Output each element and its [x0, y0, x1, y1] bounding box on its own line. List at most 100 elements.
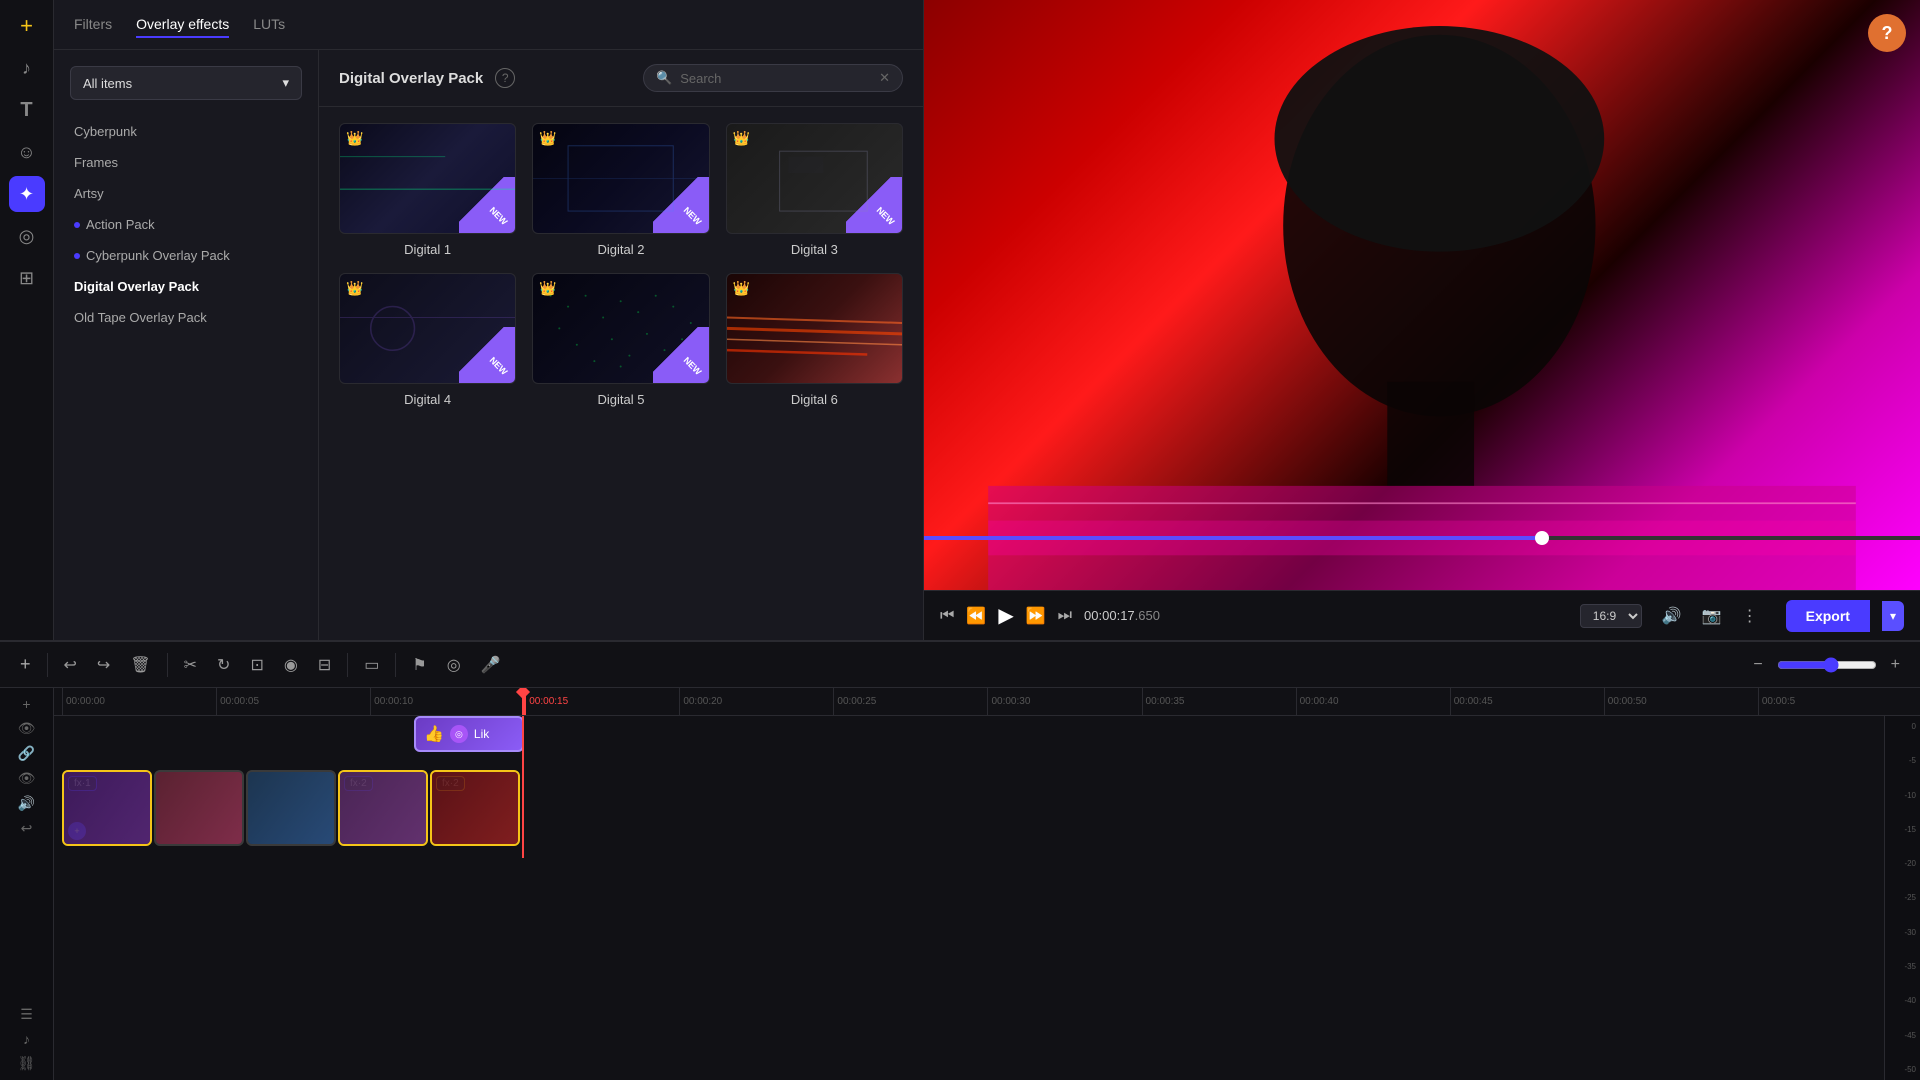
step-back-icon[interactable]: ⏪	[966, 606, 986, 626]
snapshot-icon[interactable]: 📷	[1702, 606, 1722, 626]
add-track-button[interactable]: +	[12, 649, 39, 680]
all-items-dropdown[interactable]: All items ▾	[70, 66, 302, 100]
zoom-in-button[interactable]: +	[1883, 651, 1908, 679]
ruler-marks: 00:00:00 00:00:05 00:00:10 00:00:15 00:0…	[62, 688, 1912, 716]
timeline-audio-icon[interactable]: 🔊	[18, 795, 35, 812]
music-icon[interactable]: ♪	[9, 50, 45, 86]
adjust-button[interactable]: ⊟	[310, 650, 339, 680]
items-grid-area: Digital Overlay Pack ? 🔍 ✕ 👑 NEW	[319, 50, 923, 640]
timeline-add-icon[interactable]: +	[22, 696, 30, 712]
separator	[47, 653, 48, 677]
timeline-link-icon[interactable]: 🔗	[18, 745, 35, 762]
text-icon[interactable]: T	[9, 92, 45, 128]
timeline-eye-icon[interactable]: 👁	[18, 720, 36, 737]
delete-button[interactable]: 🗑	[122, 650, 158, 680]
effect-name-digital6: Digital 6	[791, 392, 838, 407]
ruler-mark: 00:00:05	[216, 688, 370, 716]
effect-card-digital4[interactable]: 👑 NEW Digital 4	[339, 273, 516, 407]
redo-button[interactable]: ↪	[89, 650, 118, 680]
effects-icon[interactable]: ✦	[9, 176, 45, 212]
help-icon[interactable]: ?	[495, 68, 515, 88]
export-button[interactable]: Export	[1786, 600, 1870, 632]
sticker-icon[interactable]: ☺	[9, 134, 45, 170]
vu-label: -30	[1889, 928, 1916, 937]
media-button[interactable]: ▭	[356, 650, 387, 680]
tracks-area: 👍 ◎ Lik fx·1 +	[54, 716, 1884, 858]
video-clip-4[interactable]: fx·2	[338, 770, 428, 846]
overlay-clip[interactable]: 👍 ◎ Lik	[414, 716, 524, 752]
items-grid: 👑 NEW Digital 1 👑	[319, 107, 923, 640]
timeline-list-icon[interactable]: ☰	[20, 1006, 33, 1023]
video-clip-2[interactable]	[154, 770, 244, 846]
category-cyberpunk[interactable]: Cyberpunk	[54, 116, 318, 147]
tab-filters[interactable]: Filters	[74, 12, 112, 38]
zoom-out-button[interactable]: −	[1745, 651, 1770, 679]
timeline-eye2-icon[interactable]: 👁	[18, 770, 36, 787]
search-input[interactable]	[680, 71, 871, 86]
tab-overlay-effects[interactable]: Overlay effects	[136, 12, 229, 38]
separator	[167, 653, 168, 677]
progress-bar[interactable]	[924, 536, 1920, 540]
zoom-controls: − +	[1745, 651, 1908, 679]
export-chevron-button[interactable]: ▾	[1882, 601, 1904, 631]
effect-card-digital3[interactable]: 👑 NEW Digital 3	[726, 123, 903, 257]
tab-luts[interactable]: LUTs	[253, 12, 285, 38]
color-button[interactable]: ◉	[276, 650, 306, 680]
effect-card-digital2[interactable]: 👑 NEW Digital 2	[532, 123, 709, 257]
ruler-mark: 00:00:50	[1604, 688, 1758, 716]
vu-label: -25	[1889, 893, 1916, 902]
crop-button[interactable]: ⊡	[242, 650, 271, 680]
video-clip-3[interactable]	[246, 770, 336, 846]
undo-button[interactable]: ↩	[56, 650, 85, 680]
effects-panel: Filters Overlay effects LUTs All items ▾…	[54, 0, 924, 640]
video-frame: ?	[924, 0, 1920, 590]
video-clip-5[interactable]: fx·2	[430, 770, 520, 846]
cut-button[interactable]: ✂	[176, 650, 205, 680]
ruler-mark: 00:00:40	[1296, 688, 1450, 716]
timeline-chain-icon[interactable]: ⛓	[18, 1055, 36, 1072]
bottom-area: + ↩ ↪ 🗑 ✂ ↻ ⊡ ◉ ⊟ ▭ ⚑ ◎ 🎤 − + + 👁 🔗 👁 🔊 …	[0, 640, 1920, 1080]
more-options-icon[interactable]: ⋮	[1742, 606, 1758, 626]
aspect-ratio-select[interactable]: 16:9 9:16 1:1 4:3	[1580, 604, 1642, 628]
all-items-label: All items	[83, 76, 132, 91]
skip-start-icon[interactable]: ⏮	[940, 607, 954, 625]
skip-end-icon[interactable]: ⏭	[1058, 607, 1072, 625]
play-icon[interactable]: ▶	[998, 603, 1013, 628]
category-cyberpunk-overlay[interactable]: Cyberpunk Overlay Pack	[54, 240, 318, 271]
mic-button[interactable]: 🎤	[473, 650, 509, 680]
vu-label: 0	[1889, 722, 1916, 731]
apps-icon[interactable]: ⊞	[9, 260, 45, 296]
rotate-button[interactable]: ↻	[209, 650, 238, 680]
flag-button[interactable]: ⚑	[404, 650, 434, 680]
effect-thumbnail-digital5: 👑 NEW	[532, 273, 709, 384]
category-frames[interactable]: Frames	[54, 147, 318, 178]
ruler-mark: 00:00:30	[987, 688, 1141, 716]
step-forward-icon[interactable]: ⏩	[1026, 606, 1046, 626]
help-button[interactable]: ?	[1868, 14, 1906, 52]
tab-bar: Filters Overlay effects LUTs	[54, 0, 923, 50]
effect-card-digital6[interactable]: 👑 Digital 6	[726, 273, 903, 407]
grid-header: Digital Overlay Pack ? 🔍 ✕	[319, 50, 923, 107]
separator	[395, 653, 396, 677]
category-action-pack[interactable]: Action Pack	[54, 209, 318, 240]
motion-button[interactable]: ◎	[439, 650, 469, 680]
timeline-music-icon[interactable]: ♪	[23, 1031, 30, 1047]
effect-card-digital5[interactable]: 👑 NEW	[532, 273, 709, 407]
main-video-track: fx·1 +	[62, 770, 1876, 850]
video-controls-bar: ⏮ ⏪ ▶ ⏩ ⏭ 00:00:17.650 16:9 9:16 1:1 4:3…	[924, 590, 1920, 640]
volume-icon[interactable]: 🔊	[1662, 606, 1682, 626]
video-preview: ? ⏮ ⏪ ▶ ⏩ ⏭ 00:00:17.650 16:9 9:16 1:1 4…	[924, 0, 1920, 640]
category-artsy[interactable]: Artsy	[54, 178, 318, 209]
transitions-icon[interactable]: ◎	[9, 218, 45, 254]
timeline-back-icon[interactable]: ↩	[21, 820, 33, 837]
toolbar: + ↩ ↪ 🗑 ✂ ↻ ⊡ ◉ ⊟ ▭ ⚑ ◎ 🎤 − +	[0, 642, 1920, 688]
category-digital-overlay[interactable]: Digital Overlay Pack	[54, 271, 318, 302]
category-old-tape[interactable]: Old Tape Overlay Pack	[54, 302, 318, 333]
progress-thumb[interactable]	[1535, 531, 1549, 545]
zoom-slider[interactable]	[1777, 657, 1877, 673]
clear-search-icon[interactable]: ✕	[879, 70, 890, 86]
add-icon[interactable]: +	[9, 8, 45, 44]
tracks-container: 👍 ◎ Lik fx·1 +	[54, 716, 1884, 1080]
effect-card-digital1[interactable]: 👑 NEW Digital 1	[339, 123, 516, 257]
video-clip-1[interactable]: fx·1 +	[62, 770, 152, 846]
